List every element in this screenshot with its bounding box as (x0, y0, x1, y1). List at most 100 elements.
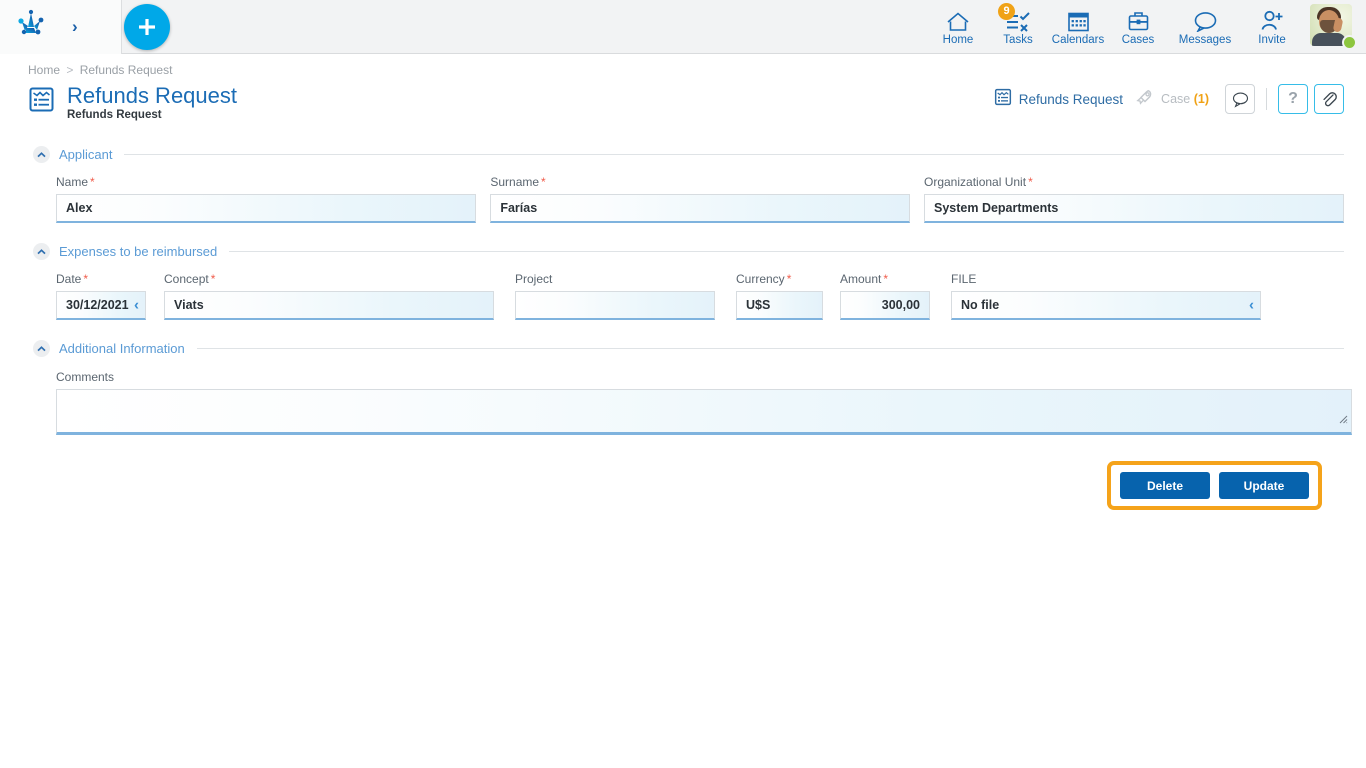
action-divider (1266, 88, 1267, 110)
field-date: Date* ‹ (56, 273, 146, 320)
project-input[interactable] (525, 292, 705, 318)
action-buttons-highlight: Delete Update (1107, 461, 1322, 510)
message-bubble-icon (1232, 91, 1248, 108)
surname-input-wrapper[interactable] (490, 194, 911, 223)
name-input[interactable] (66, 195, 466, 221)
section-divider (196, 348, 1344, 349)
date-input[interactable] (66, 292, 136, 318)
page-header: Refunds Request Refunds Request Refunds … (0, 84, 1366, 128)
comments-block: Comments (22, 370, 1352, 435)
section-expenses-header: Expenses to be reimbursed (22, 243, 1344, 260)
field-concept: Concept * (164, 273, 494, 320)
currency-input[interactable] (746, 292, 813, 318)
nav-item-tasks[interactable]: 9 Tasks (988, 0, 1048, 54)
form-action-bar: Delete Update (22, 461, 1344, 510)
surname-input[interactable] (500, 195, 901, 221)
page-subtitle: Refunds Request (67, 109, 162, 122)
page-title: Refunds Request (67, 83, 237, 108)
file-input-wrapper[interactable]: ‹ (951, 291, 1261, 320)
nav-item-cases[interactable]: Cases (1108, 0, 1168, 54)
question-mark-icon: ? (1288, 90, 1298, 107)
form-document-icon (28, 86, 55, 118)
field-label-org-unit: Organizational Unit * (924, 175, 1033, 189)
chevron-up-icon[interactable] (33, 243, 50, 260)
nav-label-cases: Cases (1121, 33, 1155, 46)
chevron-right-icon[interactable]: › (72, 18, 78, 35)
field-currency: Currency * (736, 273, 823, 320)
section-additional-title: Additional Information (59, 341, 185, 356)
nav-label-invite: Invite (1258, 33, 1286, 46)
help-button[interactable]: ? (1278, 84, 1308, 114)
breadcrumb-separator: > (66, 63, 74, 77)
applicant-fields-row: Name* Surname* Organizational Unit* (22, 176, 1344, 223)
section-additional-header: Additional Information (22, 340, 1344, 357)
attachments-button[interactable] (1314, 84, 1344, 114)
update-button[interactable]: Update (1219, 472, 1309, 499)
bizagi-node-logo-icon[interactable] (14, 7, 48, 46)
paperclip-icon (1323, 92, 1337, 107)
required-marker: * (541, 175, 546, 189)
name-input-wrapper[interactable] (56, 194, 476, 223)
calendar-chevron-icon[interactable]: ‹ (134, 298, 139, 313)
comments-button[interactable] (1225, 84, 1255, 114)
section-divider (124, 154, 1344, 155)
nav-item-invite[interactable]: Invite (1242, 0, 1302, 54)
field-project: Project (515, 273, 715, 320)
field-label-file: FILE (951, 272, 977, 286)
amount-input-wrapper[interactable] (840, 291, 930, 320)
section-expenses-title: Expenses to be reimbursed (59, 244, 218, 259)
breadcrumb-home[interactable]: Home (28, 63, 60, 77)
field-label-concept: Concept * (164, 272, 216, 286)
nav-label-calendars: Calendars (1051, 33, 1105, 46)
delete-button[interactable]: Delete (1120, 472, 1210, 499)
project-input-wrapper[interactable] (515, 291, 715, 320)
process-tag[interactable]: Refunds Request (994, 88, 1123, 111)
comments-textarea[interactable] (56, 389, 1352, 435)
section-applicant-header: Applicant (22, 146, 1344, 163)
message-bubble-icon (1193, 8, 1218, 32)
required-marker: * (786, 272, 792, 286)
field-label-name: Name * (56, 175, 95, 189)
concept-input[interactable] (174, 292, 484, 318)
file-chevron-icon[interactable]: ‹ (1249, 298, 1254, 313)
chevron-up-icon[interactable] (33, 340, 50, 357)
home-icon (946, 8, 970, 32)
field-label-project: Project (515, 272, 553, 286)
nav-item-messages[interactable]: Messages (1168, 0, 1242, 54)
nav-label-messages: Messages (1178, 33, 1232, 46)
nav-label-tasks: Tasks (1003, 33, 1033, 46)
comments-textarea-wrapper (56, 389, 1352, 435)
currency-input-wrapper[interactable] (736, 291, 823, 320)
required-marker: * (83, 272, 89, 286)
file-input[interactable] (961, 292, 1251, 318)
field-amount: Amount * (840, 273, 930, 320)
field-label-comments: Comments (56, 370, 115, 384)
case-label: Case (1) (1161, 92, 1209, 106)
breadcrumb-current: Refunds Request (79, 63, 173, 77)
create-new-button[interactable] (124, 4, 170, 50)
org-unit-input-wrapper[interactable] (924, 194, 1344, 223)
chevron-up-icon[interactable] (33, 146, 50, 163)
case-link[interactable]: Case (1) (1135, 88, 1209, 111)
nav-item-home[interactable]: Home (928, 0, 988, 54)
top-navigation-bar: › Home 9 Tasks Calendars Cases Messages … (0, 0, 1366, 54)
avatar[interactable] (1310, 4, 1357, 50)
plus-icon (139, 19, 155, 35)
process-tag-label: Refunds Request (1018, 91, 1124, 107)
concept-input-wrapper[interactable] (164, 291, 494, 320)
date-input-wrapper[interactable]: ‹ (56, 291, 146, 320)
field-surname: Surname * (490, 175, 911, 223)
amount-input[interactable] (850, 292, 920, 318)
tasks-badge: 9 (998, 3, 1015, 20)
field-label-date: Date * (56, 272, 89, 286)
online-status-dot (1342, 35, 1357, 50)
org-unit-input[interactable] (934, 195, 1334, 221)
nav-item-calendars[interactable]: Calendars (1048, 0, 1108, 54)
field-label-currency: Currency * (736, 272, 792, 286)
field-org-unit: Organizational Unit * (924, 176, 1344, 223)
user-add-icon (1260, 8, 1284, 32)
field-file: FILE ‹ (951, 273, 1261, 320)
case-count: (1) (1193, 92, 1209, 106)
page-title-block: Refunds Request Refunds Request (67, 84, 237, 121)
top-nav-items: Home 9 Tasks Calendars Cases Messages In… (928, 0, 1360, 54)
